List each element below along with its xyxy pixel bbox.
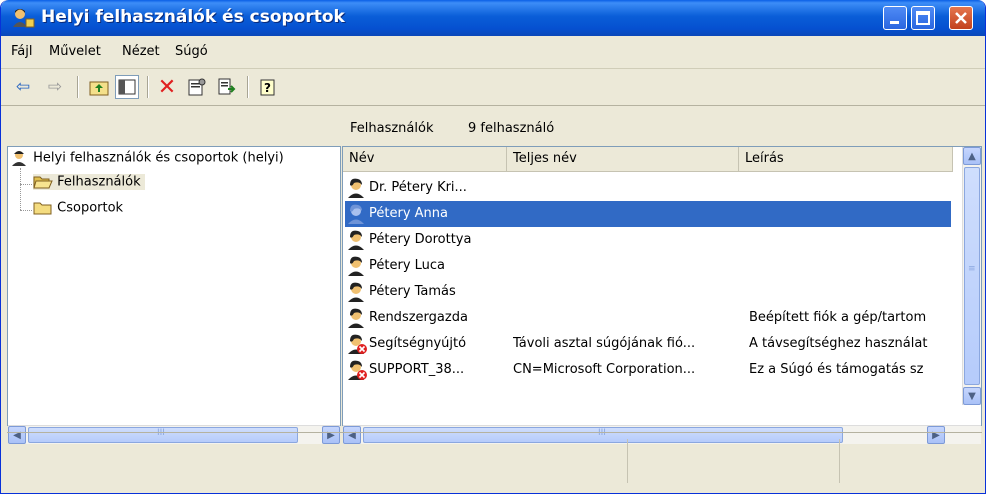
table-row[interactable]: Pétery Anna: [345, 201, 951, 227]
list-vscrollbar[interactable]: ▲ ≡ ▼: [962, 147, 981, 405]
delete-x-icon: ✕: [157, 74, 177, 100]
user-name: Segítségnyújtó: [369, 336, 467, 351]
user-full-name: Távoli asztal súgójának fió...: [513, 336, 696, 351]
user-name: Pétery Tamás: [369, 284, 456, 299]
status-bar: [7, 432, 982, 489]
maximize-icon: [916, 11, 930, 25]
scroll-down-button[interactable]: ▼: [963, 387, 981, 405]
result-title: Felhasználók: [350, 121, 434, 136]
disabled-user-icon: [348, 360, 367, 380]
user-description: Beépített fiók a gép/tartom: [749, 310, 927, 325]
table-row[interactable]: Segítségnyújtó Távoli asztal súgójának fi…: [345, 331, 951, 357]
user-icon: [348, 282, 364, 302]
user-name: Rendszergazda: [369, 310, 468, 325]
forward-arrow-icon: ⇨: [47, 77, 63, 97]
status-panel-3: [841, 439, 981, 483]
toolbar: ⇦ ⇨ ✕ ?: [1, 69, 985, 106]
menu-bar: Fájl Művelet Nézet Súgó: [1, 36, 985, 69]
user-name: Pétery Luca: [369, 258, 446, 273]
maximize-button[interactable]: [911, 6, 935, 30]
user-icon: [348, 178, 364, 198]
user-full-name: CN=Microsoft Corporation...: [513, 362, 696, 377]
toolbar-separator: [247, 76, 249, 98]
result-count: 9 felhasználó: [468, 121, 555, 136]
minimize-icon: [890, 21, 899, 24]
show-hide-tree-button[interactable]: [115, 75, 139, 99]
toolbar-separator: [147, 76, 149, 98]
column-full-name[interactable]: Teljes név: [507, 147, 739, 171]
user-name: Pétery Dorottya: [369, 232, 472, 247]
console-tree-icon: [118, 79, 136, 95]
help-icon: ?: [260, 79, 275, 96]
table-row[interactable]: SUPPORT_38... CN=Microsoft Corporation...…: [345, 357, 951, 383]
user-name: SUPPORT_38...: [369, 362, 465, 377]
menu-help[interactable]: Súgó: [175, 44, 208, 59]
table-row[interactable]: Rendszergazda Beépített fiók a gép/tartom: [345, 305, 951, 331]
user-name: Pétery Anna: [369, 206, 448, 221]
help-button[interactable]: ?: [257, 75, 281, 99]
forward-button[interactable]: ⇨: [43, 75, 67, 99]
status-panel-2: [629, 439, 840, 483]
table-row[interactable]: Pétery Luca: [345, 253, 951, 279]
close-icon: [955, 12, 967, 24]
table-row[interactable]: Dr. Pétery Kri...: [345, 175, 951, 201]
user-icon: [348, 204, 364, 224]
export-list-icon: [218, 78, 236, 95]
menu-file[interactable]: Fájl: [11, 44, 32, 59]
delete-button[interactable]: ✕: [155, 74, 179, 100]
tree-root-label: Helyi felhasználók és csoportok (helyi): [33, 150, 284, 166]
scroll-up-button[interactable]: ▲: [963, 147, 981, 165]
tree-item-label: Csoportok: [57, 200, 124, 216]
minimize-button[interactable]: [883, 6, 907, 30]
user-description: Ez a Súgó és támogatás sz: [749, 362, 924, 377]
user-list: Név Teljes név Leírás Dr. Pétery Kri... P…: [342, 146, 982, 426]
user-description: A távsegítséghez használat: [749, 336, 928, 351]
close-button[interactable]: [949, 6, 973, 30]
menu-action[interactable]: Művelet: [49, 44, 101, 59]
users-groups-icon: [13, 9, 35, 28]
menu-view[interactable]: Nézet: [122, 44, 160, 59]
properties-icon: [188, 78, 206, 96]
title-bar[interactable]: Helyi felhasználók és csoportok: [1, 0, 985, 36]
folder-open-icon: [33, 176, 53, 189]
column-name[interactable]: Név: [343, 147, 507, 171]
tree-item-users[interactable]: Felhasználók: [33, 174, 145, 190]
disabled-user-icon: [348, 334, 367, 354]
user-icon: [348, 308, 364, 328]
back-button[interactable]: ⇦: [11, 75, 35, 99]
users-groups-icon: [12, 151, 26, 166]
list-header: Név Teljes név Leírás: [343, 147, 953, 172]
tree-item-groups[interactable]: Csoportok: [33, 200, 123, 216]
result-header: Felhasználók 9 felhasználó: [342, 112, 982, 144]
table-row[interactable]: Pétery Dorottya: [345, 227, 951, 253]
column-description[interactable]: Leírás: [739, 147, 953, 171]
user-icon: [348, 230, 364, 250]
toolbar-separator: [77, 76, 79, 98]
svg-text:?: ?: [264, 81, 271, 95]
export-list-button[interactable]: [215, 75, 239, 99]
tree-item-label: Felhasználók: [57, 174, 141, 190]
scroll-thumb[interactable]: ≡: [964, 167, 980, 385]
chevron-down-icon: ▼: [968, 390, 976, 402]
window-title: Helyi felhasználók és csoportok: [41, 7, 345, 27]
chevron-up-icon: ▲: [968, 150, 976, 162]
back-arrow-icon: ⇦: [15, 77, 31, 97]
folder-up-icon: [89, 81, 109, 96]
mmc-window: Helyi felhasználók és csoportok Fájl Műv…: [0, 0, 986, 494]
up-one-level-button[interactable]: [87, 75, 111, 99]
properties-button[interactable]: [185, 75, 209, 99]
tree-header: [7, 112, 341, 144]
user-icon: [348, 256, 364, 276]
table-row[interactable]: Pétery Tamás: [345, 279, 951, 305]
folder-icon: [33, 202, 52, 215]
user-name: Dr. Pétery Kri...: [369, 180, 467, 195]
status-panel-main: [7, 439, 628, 483]
tree-root[interactable]: Helyi felhasználók és csoportok (helyi): [11, 149, 284, 167]
